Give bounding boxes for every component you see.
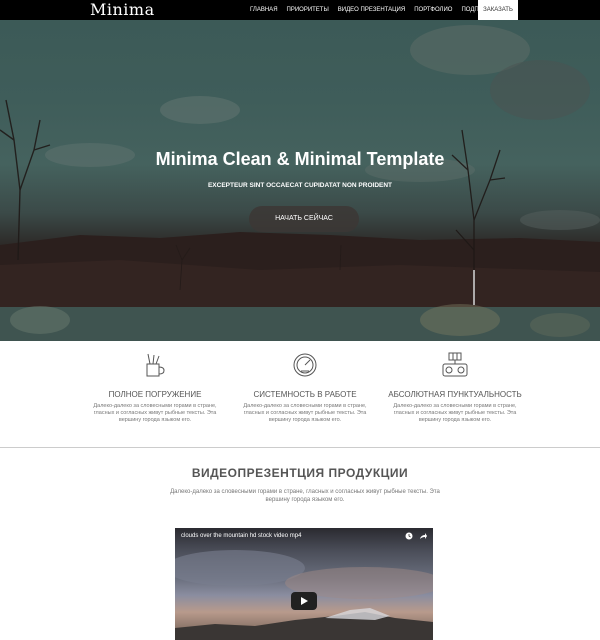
feature-punctuality: АБСОЛЮТНАЯ ПУНКТУАЛЬНОСТЬ Далеко-далеко … [385, 352, 525, 437]
feature-immersion: ПОЛНОЕ ПОГРУЖЕНИЕ Далеко-далеко за слове… [85, 352, 225, 437]
start-now-button[interactable]: НАЧАТЬ СЕЙЧАС [249, 206, 359, 232]
top-nav: Minima ГЛАВНАЯ ПРИОРИТЕТЫ ВИДЕО ПРЕЗЕНТА… [0, 0, 600, 20]
feature-text: Далеко-далеко за словесными горами в стр… [393, 403, 517, 423]
feature-system: СИСТЕМНОСТЬ В РАБОТЕ Далеко-далеко за сл… [235, 352, 375, 437]
hero-title: Minima Clean & Minimal Template [155, 149, 445, 169]
menu-item-priorities[interactable]: ПРИОРИТЕТЫ [287, 7, 329, 13]
machine-icon [442, 352, 468, 377]
feature-title: СИСТЕМНОСТЬ В РАБОТЕ [253, 390, 357, 399]
order-button[interactable]: ЗАКАЗАТЬ [478, 0, 518, 20]
main-menu: ГЛАВНАЯ ПРИОРИТЕТЫ ВИДЕО ПРЕЗЕНТАЦИЯ ПОР… [250, 0, 504, 20]
video-section-text: Далеко-далеко за словесными горами в стр… [170, 489, 440, 503]
menu-item-video[interactable]: ВИДЕО ПРЕЗЕНТАЦИЯ [338, 7, 405, 13]
video-title[interactable]: clouds over the mountain hd stock video … [181, 533, 301, 539]
watch-later-icon[interactable] [405, 532, 413, 540]
hero-background-image [0, 25, 600, 341]
play-button[interactable] [291, 592, 317, 610]
video-section-title: ВИДЕОПРЕЗЕНТЦИЯ ПРОДУКЦИИ [191, 466, 409, 480]
features-section: ПОЛНОЕ ПОГРУЖЕНИЕ Далеко-далеко за слове… [85, 352, 525, 437]
feature-text: Далеко-далеко за словесными горами в стр… [243, 403, 367, 423]
speedometer-icon [293, 353, 317, 377]
video-thumbnail [175, 550, 433, 640]
feature-title: АБСОЛЮТНАЯ ПУНКТУАЛЬНОСТЬ [388, 390, 522, 399]
share-icon[interactable] [419, 532, 427, 540]
video-player[interactable]: clouds over the mountain hd stock video … [175, 528, 433, 640]
hero-section: Minima Clean & Minimal Template EXCEPTEU… [0, 20, 600, 341]
menu-item-home[interactable]: ГЛАВНАЯ [250, 7, 278, 13]
hero-subtitle: EXCEPTEUR SINT OCCAECAT CUPIDATAT NON PR… [207, 182, 393, 189]
menu-item-portfolio[interactable]: ПОРТФОЛИО [414, 7, 452, 13]
feature-text: Далеко-далеко за словесными горами в стр… [93, 403, 217, 423]
logo[interactable]: Minima [90, 0, 155, 21]
pencil-cup-icon [146, 353, 165, 377]
section-divider [0, 447, 600, 448]
feature-title: ПОЛНОЕ ПОГРУЖЕНИЕ [108, 390, 202, 399]
